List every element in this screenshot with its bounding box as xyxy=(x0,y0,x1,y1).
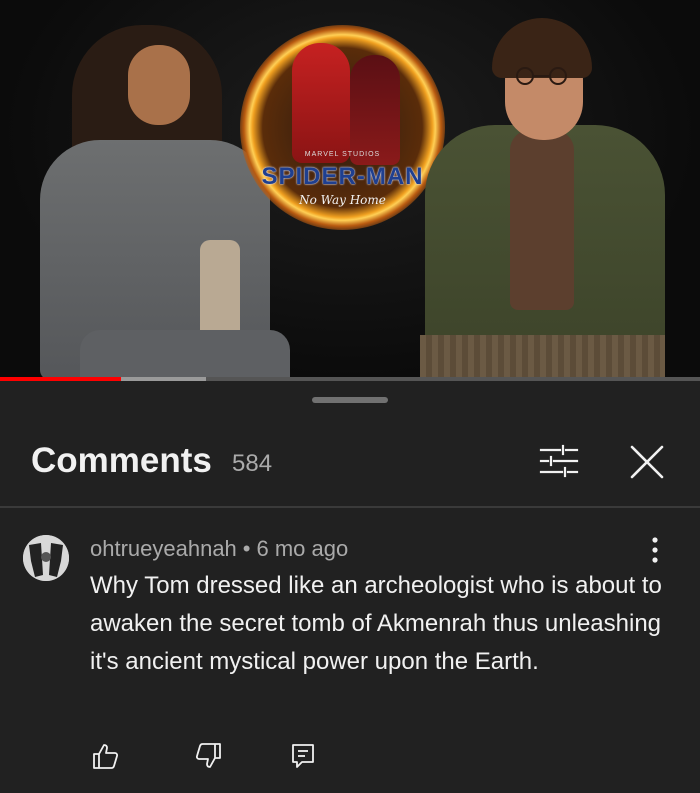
poster-subtitle: No Way Home xyxy=(299,193,386,207)
drag-handle[interactable] xyxy=(312,397,388,403)
thumbs-down-icon[interactable] xyxy=(195,742,223,770)
comment-time: 6 mo ago xyxy=(256,536,349,561)
poster-studio-label: MARVEL STUDIOS xyxy=(304,151,381,158)
comment-meta: ohtrueyeahnah • 6 mo ago xyxy=(90,536,348,562)
comment-actions xyxy=(0,740,700,780)
reply-icon[interactable] xyxy=(289,742,317,770)
comments-count: 584 xyxy=(232,450,273,477)
poster-hero-figure xyxy=(292,43,350,163)
video-person-right-turtleneck xyxy=(510,130,574,310)
more-vertical-icon[interactable] xyxy=(643,536,667,564)
movie-poster: MARVEL STUDIOS SPIDER-MAN No Way Home xyxy=(230,25,455,245)
close-icon[interactable] xyxy=(628,443,666,481)
filter-sliders-icon[interactable] xyxy=(538,443,580,479)
comment-text: Why Tom dressed like an archeologist who… xyxy=(90,572,662,675)
poster-title: SPIDER-MAN xyxy=(261,163,424,190)
comments-panel: Comments 584 ohtrueyeahnah • 6 mo ago Wh… xyxy=(0,381,700,793)
thumbs-up-icon[interactable] xyxy=(91,742,119,770)
avatar-image-icon xyxy=(23,535,69,581)
avatar[interactable] xyxy=(23,535,69,581)
video-person-left-legs xyxy=(80,330,290,380)
comment-author[interactable]: ohtrueyeahnah xyxy=(90,536,237,561)
comments-header: Comments 584 xyxy=(0,425,700,505)
meta-separator: • xyxy=(242,536,251,561)
poster-sorcerer-figure xyxy=(350,55,400,165)
header-divider xyxy=(0,506,700,508)
comment-item: ohtrueyeahnah • 6 mo ago Why Tom dressed l… xyxy=(0,521,700,791)
video-person-right-legs xyxy=(420,335,665,380)
video-player[interactable]: MARVEL STUDIOS SPIDER-MAN No Way Home xyxy=(0,0,700,380)
video-person-left-face xyxy=(128,45,190,125)
comments-title: Comments xyxy=(31,441,212,480)
video-glasses xyxy=(516,67,567,85)
